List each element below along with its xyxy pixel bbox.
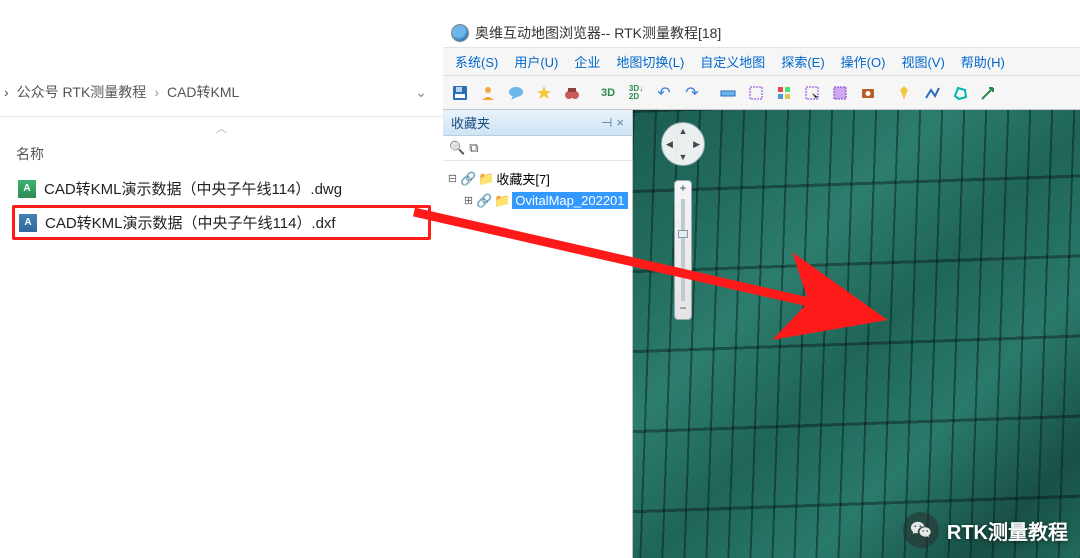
arrow-icon[interactable]	[975, 80, 1001, 106]
ruler-icon[interactable]	[715, 80, 741, 106]
link-icon: 🔗	[476, 193, 492, 209]
color-grid-icon[interactable]	[771, 80, 797, 106]
breadcrumb-segment[interactable]: 公众号 RTK测量教程	[17, 82, 147, 102]
favorites-panel: 收藏夹 ⊣ × 🔍 ⧉ ⊟ 🔗 📁 收藏夹[7] ⊞ 🔗 📁	[443, 110, 633, 558]
tree-child-label: OvitalMap_202201	[512, 192, 627, 209]
wechat-icon	[903, 512, 939, 548]
dwg-file-icon: A	[18, 180, 36, 198]
toolbar: 3D 3D↓2D ↶ ↷	[443, 76, 1080, 110]
file-name: CAD转KML演示数据（中央子午线114）.dxf	[45, 212, 336, 233]
zoom-control[interactable]: + −	[674, 180, 692, 320]
folder-icon: 📁	[478, 171, 494, 187]
zoom-out-icon[interactable]: −	[679, 301, 686, 319]
file-name: CAD转KML演示数据（中央子午线114）.dwg	[44, 178, 342, 199]
window-title: 奥维互动地图浏览器-- RTK测量教程[18]	[475, 23, 721, 43]
redo-icon[interactable]: ↷	[679, 80, 705, 106]
breadcrumb-segment[interactable]: CAD转KML	[167, 82, 239, 102]
favorites-toolbar: 🔍 ⧉	[443, 136, 632, 161]
collapse-icon[interactable]: ⊟	[447, 172, 458, 185]
favorites-title: 收藏夹	[451, 113, 490, 132]
tree-root-label: 收藏夹[7]	[496, 169, 549, 188]
app-globe-icon	[451, 24, 469, 42]
menu-help[interactable]: 帮助(H)	[953, 48, 1013, 75]
save-icon[interactable]	[447, 80, 473, 106]
zoom-in-icon[interactable]: +	[679, 181, 686, 199]
3d-icon[interactable]: 3D	[595, 80, 621, 106]
menu-user[interactable]: 用户(U)	[506, 48, 566, 75]
link-icon: 🔗	[460, 171, 476, 187]
folder-icon: 📁	[494, 193, 510, 209]
tree-root[interactable]: ⊟ 🔗 📁 收藏夹[7]	[447, 167, 628, 190]
zoom-slider-thumb[interactable]	[678, 230, 688, 238]
chevron-right-icon: ›	[154, 84, 159, 100]
tree-child[interactable]: ⊞ 🔗 📁 OvitalMap_202201	[447, 190, 628, 211]
satellite-map-image	[633, 110, 1080, 558]
3d2d-icon[interactable]: 3D↓2D	[623, 80, 649, 106]
file-explorer-pane: › 公众号 RTK测量教程 › CAD转KML ⌄ ︿ 名称 A CAD转KML…	[0, 0, 443, 558]
title-bar: 奥维互动地图浏览器-- RTK测量教程[18]	[443, 18, 1080, 48]
menu-system[interactable]: 系统(S)	[447, 48, 506, 75]
favorites-header: 收藏夹 ⊣ ×	[443, 110, 632, 136]
layers-icon[interactable]: ⧉	[469, 140, 478, 156]
watermark: RTK测量教程	[903, 512, 1068, 548]
expand-icon[interactable]: ⊞	[463, 194, 474, 207]
screenshot-icon[interactable]	[855, 80, 881, 106]
menu-explore[interactable]: 探索(E)	[773, 48, 832, 75]
menu-enterprise[interactable]: 企业	[566, 48, 608, 75]
menu-view[interactable]: 视图(V)	[893, 48, 952, 75]
star-icon[interactable]	[531, 80, 557, 106]
watermark-text: RTK测量教程	[947, 516, 1068, 545]
file-item-dxf[interactable]: A CAD转KML演示数据（中央子午线114）.dxf	[12, 205, 431, 240]
pan-down-icon[interactable]: ▼	[679, 152, 688, 162]
polygon-icon[interactable]	[947, 80, 973, 106]
favorites-tree: ⊟ 🔗 📁 收藏夹[7] ⊞ 🔗 📁 OvitalMap_202201	[443, 161, 632, 217]
file-item-dwg[interactable]: A CAD转KML演示数据（中央子午线114）.dwg	[12, 172, 431, 205]
zoom-slider-track[interactable]	[681, 199, 685, 301]
menu-custom-map[interactable]: 自定义地图	[692, 48, 773, 75]
map-browser-pane: 奥维互动地图浏览器-- RTK测量教程[18] 系统(S) 用户(U) 企业 地…	[443, 0, 1080, 558]
chevron-down-icon[interactable]: ⌄	[415, 84, 427, 101]
menu-map-switch[interactable]: 地图切换(L)	[608, 48, 692, 75]
chat-icon[interactable]	[503, 80, 529, 106]
binoculars-icon[interactable]	[559, 80, 585, 106]
menu-bar: 系统(S) 用户(U) 企业 地图切换(L) 自定义地图 探索(E) 操作(O)…	[443, 48, 1080, 76]
menu-operate[interactable]: 操作(O)	[833, 48, 894, 75]
grid-icon[interactable]	[743, 80, 769, 106]
undo-icon[interactable]: ↶	[651, 80, 677, 106]
breadcrumb[interactable]: › 公众号 RTK测量教程 › CAD转KML ⌄	[0, 68, 443, 117]
pin-icon[interactable]	[891, 80, 917, 106]
pin-panel-icon[interactable]: ⊣	[601, 115, 612, 131]
dxf-file-icon: A	[19, 214, 37, 232]
chevron-right-icon: ›	[4, 84, 9, 100]
map-view[interactable]: ▲ ▼ + −	[633, 110, 1080, 558]
pan-up-icon[interactable]: ▲	[679, 126, 688, 136]
close-panel-icon[interactable]: ×	[616, 115, 624, 130]
search-icon[interactable]: 🔍	[449, 140, 465, 156]
path-icon[interactable]	[919, 80, 945, 106]
file-list: A CAD转KML演示数据（中央子午线114）.dwg A CAD转KML演示数…	[0, 172, 443, 240]
user-icon[interactable]	[475, 80, 501, 106]
collapse-caret-icon[interactable]: ︿	[0, 117, 443, 136]
pan-control[interactable]: ▲ ▼	[661, 122, 705, 166]
column-header-name[interactable]: 名称	[0, 136, 443, 172]
select-area-icon[interactable]	[827, 80, 853, 106]
select-icon[interactable]	[799, 80, 825, 106]
